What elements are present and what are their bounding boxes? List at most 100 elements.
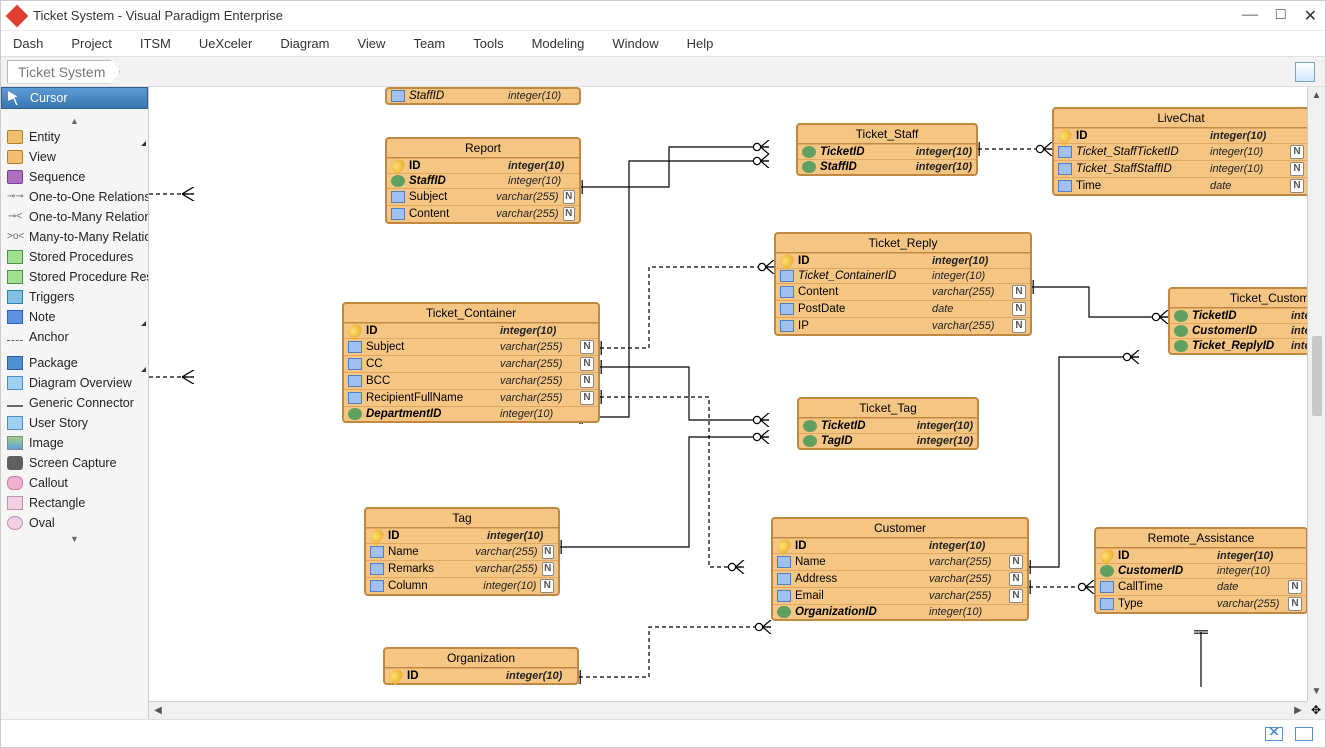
column-row[interactable]: IDinteger(10) [773, 538, 1027, 553]
entity-ticket_container[interactable]: Ticket_ContainerIDinteger(10)Subjectvarc… [342, 302, 600, 423]
menu-dash[interactable]: Dash [13, 36, 43, 51]
palette-note[interactable]: Note [1, 307, 148, 327]
column-row[interactable]: IDinteger(10) [1096, 548, 1306, 563]
column-row[interactable]: Subjectvarchar(255)N [387, 188, 579, 205]
menu-project[interactable]: Project [71, 36, 111, 51]
view-switcher-icon[interactable] [1295, 62, 1315, 82]
entity-staff_frag[interactable]: StaffIDinteger(10) [385, 87, 581, 105]
column-row[interactable]: TimedateN [1054, 177, 1308, 194]
palette-entity[interactable]: Entity [1, 127, 148, 147]
column-row[interactable]: TicketIDinteger(10) [798, 144, 976, 159]
column-row[interactable]: Contentvarchar(255)N [776, 283, 1030, 300]
entity-remote_assistance[interactable]: Remote_AssistanceIDinteger(10)CustomerID… [1094, 527, 1308, 614]
column-row[interactable]: StaffIDinteger(10) [798, 159, 976, 174]
palette-triggers[interactable]: Triggers [1, 287, 148, 307]
diagram-canvas[interactable]: StaffIDinteger(10)ReportIDinteger(10)Sta… [149, 87, 1325, 719]
column-row[interactable]: IDinteger(10) [387, 158, 579, 173]
entity-tag[interactable]: TagIDinteger(10)Namevarchar(255)NRemarks… [364, 507, 560, 596]
column-row[interactable]: IPvarchar(255)N [776, 317, 1030, 334]
palette-sequence[interactable]: Sequence [1, 167, 148, 187]
column-row[interactable]: TicketIDinteger(10) [799, 418, 977, 433]
column-row[interactable]: TagIDinteger(10) [799, 433, 977, 448]
palette-stored-procedure-resultset[interactable]: Stored Procedure Resultset [1, 267, 148, 287]
menu-window[interactable]: Window [612, 36, 658, 51]
column-row[interactable]: Emailvarchar(255)N [773, 587, 1027, 604]
palette-diagram-overview[interactable]: Diagram Overview [1, 373, 148, 393]
scroll-up-icon[interactable]: ▲ [1312, 87, 1322, 105]
palette-cursor[interactable]: Cursor [1, 87, 148, 109]
palette-oval[interactable]: Oval [1, 513, 148, 533]
menu-uexceler[interactable]: UeXceler [199, 36, 252, 51]
column-row[interactable]: IDinteger(10) [366, 528, 558, 543]
column-row[interactable]: RecipientFullNamevarchar(255)N [344, 389, 598, 406]
palette-one-to-many-relationship[interactable]: ⊸<One-to-Many Relationship [1, 207, 148, 227]
palette-collapse-icon[interactable]: ▲ [1, 115, 148, 127]
menu-diagram[interactable]: Diagram [280, 36, 329, 51]
column-row[interactable]: Addressvarchar(255)N [773, 570, 1027, 587]
entity-ticket_reply[interactable]: Ticket_ReplyIDinteger(10)Ticket_Containe… [774, 232, 1032, 336]
column-row[interactable]: CustomerIDinteger(10) [1096, 563, 1306, 578]
vertical-scrollbar[interactable]: ▲ ▼ [1307, 87, 1325, 701]
palette-screen-capture[interactable]: Screen Capture [1, 453, 148, 473]
menu-help[interactable]: Help [687, 36, 714, 51]
column-row[interactable]: Namevarchar(255)N [366, 543, 558, 560]
close-button[interactable]: ✕ [1304, 6, 1317, 26]
column-row[interactable]: DepartmentIDinteger(10) [344, 406, 598, 421]
edit-icon[interactable] [1295, 727, 1313, 741]
column-row[interactable]: StaffIDinteger(10) [387, 173, 579, 188]
entity-ticket_tag[interactable]: Ticket_TagTicketIDinteger(10)TagIDintege… [797, 397, 979, 450]
palette-many-to-many-relationship[interactable]: >o<Many-to-Many Relationship [1, 227, 148, 247]
entity-organization[interactable]: OrganizationIDinteger(10) [383, 647, 579, 685]
menu-team[interactable]: Team [413, 36, 445, 51]
column-row[interactable]: Ticket_ReplyIDinteger(10) [1170, 338, 1325, 353]
palette-generic-connector[interactable]: Generic Connector [1, 393, 148, 413]
column-row[interactable]: OrganizationIDinteger(10) [773, 604, 1027, 619]
palette-callout[interactable]: Callout [1, 473, 148, 493]
column-row[interactable]: TicketIDinteger(10) [1170, 308, 1325, 323]
column-row[interactable]: Namevarchar(255)N [773, 553, 1027, 570]
column-row[interactable]: Typevarchar(255)N [1096, 595, 1306, 612]
column-row[interactable]: IDinteger(10) [776, 253, 1030, 268]
column-row[interactable]: CallTimedateN [1096, 578, 1306, 595]
column-row[interactable]: StaffIDinteger(10) [387, 89, 579, 103]
pan-handle-icon[interactable]: ✥ [1307, 701, 1325, 719]
menu-tools[interactable]: Tools [473, 36, 503, 51]
column-row[interactable]: Ticket_StaffTicketIDinteger(10)N [1054, 143, 1308, 160]
entity-ticket_customer[interactable]: Ticket_CustomerTicketIDinteger(10)Custom… [1168, 287, 1325, 355]
column-row[interactable]: Ticket_StaffStaffIDinteger(10)N [1054, 160, 1308, 177]
palette-anchor[interactable]: Anchor [1, 327, 148, 347]
column-row[interactable]: BCCvarchar(255)N [344, 372, 598, 389]
palette-user-story[interactable]: User Story [1, 413, 148, 433]
entity-report[interactable]: ReportIDinteger(10)StaffIDinteger(10)Sub… [385, 137, 581, 224]
scroll-right-icon[interactable]: ▶ [1289, 705, 1307, 716]
palette-one-to-one-relationship[interactable]: ⊸⊸One-to-One Relationship [1, 187, 148, 207]
column-row[interactable]: Subjectvarchar(255)N [344, 338, 598, 355]
palette-stored-procedures[interactable]: Stored Procedures [1, 247, 148, 267]
palette-expand-icon[interactable]: ▼ [1, 533, 148, 545]
column-row[interactable]: Ticket_ContainerIDinteger(10) [776, 268, 1030, 283]
column-row[interactable]: Columninteger(10)N [366, 577, 558, 594]
column-row[interactable]: Remarksvarchar(255)N [366, 560, 558, 577]
horizontal-scrollbar[interactable]: ◀ ▶ [149, 701, 1307, 719]
palette-rectangle[interactable]: Rectangle [1, 493, 148, 513]
menu-modeling[interactable]: Modeling [532, 36, 585, 51]
entity-customer[interactable]: CustomerIDinteger(10)Namevarchar(255)NAd… [771, 517, 1029, 621]
palette-package[interactable]: Package [1, 353, 148, 373]
menu-itsm[interactable]: ITSM [140, 36, 171, 51]
column-row[interactable]: Contentvarchar(255)N [387, 205, 579, 222]
column-row[interactable]: CCvarchar(255)N [344, 355, 598, 372]
column-row[interactable]: CustomerIDinteger(10) [1170, 323, 1325, 338]
scroll-down-icon[interactable]: ▼ [1312, 683, 1322, 701]
column-row[interactable]: IDinteger(10) [1054, 128, 1308, 143]
column-row[interactable]: IDinteger(10) [344, 323, 598, 338]
palette-image[interactable]: Image [1, 433, 148, 453]
column-row[interactable]: PostDatedateN [776, 300, 1030, 317]
column-row[interactable]: IDinteger(10) [385, 668, 577, 683]
palette-view[interactable]: View [1, 147, 148, 167]
entity-ticket_staff[interactable]: Ticket_StaffTicketIDinteger(10)StaffIDin… [796, 123, 978, 176]
mail-icon[interactable] [1265, 727, 1283, 741]
maximize-button[interactable]: □ [1276, 6, 1286, 26]
minimize-button[interactable]: — [1242, 6, 1258, 26]
menu-view[interactable]: View [357, 36, 385, 51]
scroll-left-icon[interactable]: ◀ [149, 705, 167, 716]
